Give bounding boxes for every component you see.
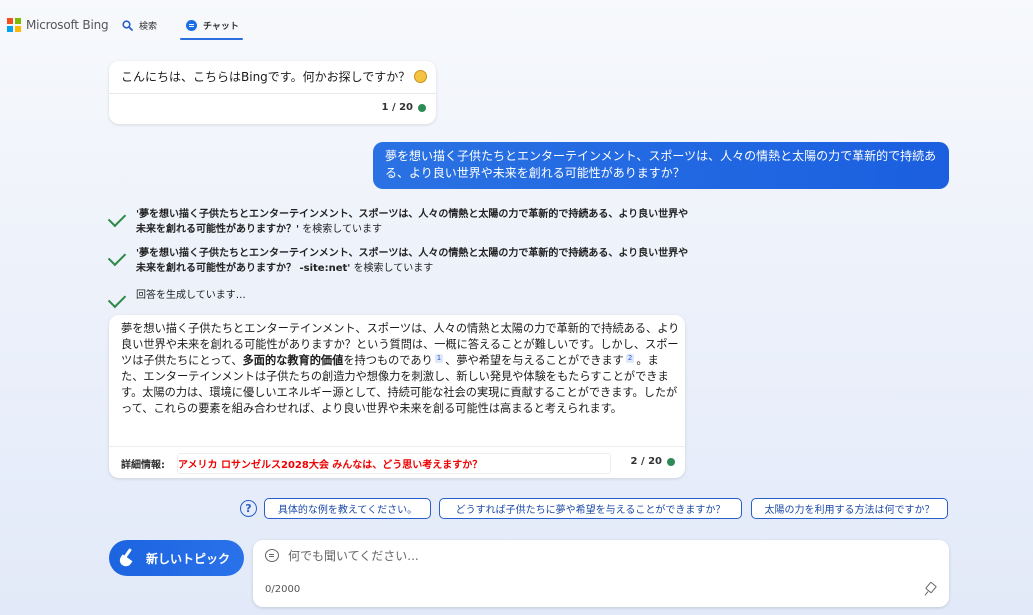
user-message: 夢を想い描く子供たちとエンターテインメント、スポーツは、人々の情熱と太陽の力で革… bbox=[373, 142, 949, 189]
search-query: '夢を想い描く子供たちとエンターテインメント、スポーツは、人々の情熱と太陽の力で… bbox=[136, 209, 689, 235]
citation-2[interactable]: 2 bbox=[625, 354, 635, 363]
check-icon bbox=[107, 208, 127, 228]
learn-more-link[interactable]: アメリカ ロサンゼルス2028大会 みんなは、どう思い考えますか？ bbox=[177, 453, 611, 474]
tab-search-label: 検索 bbox=[139, 21, 158, 32]
answer-text: 夢を想い描く子供たちとエンターテインメント、スポーツは、人々の情熱と太陽の力で革… bbox=[121, 322, 680, 415]
greeting-text: こんにちは、こちらはBingです。何かお探しですか？ bbox=[121, 69, 428, 85]
answer-message: 夢を想い描く子供たちとエンターテインメント、スポーツは、人々の情熱と太陽の力で革… bbox=[109, 315, 685, 478]
pin-icon[interactable] bbox=[925, 583, 935, 595]
suggestion-button[interactable]: どうすれば子供たちに夢や希望を与えることができますか？ bbox=[439, 498, 742, 519]
divider bbox=[109, 446, 685, 447]
logo-text: Microsoft Bing bbox=[26, 18, 109, 32]
suggestion-button[interactable]: 具体的な例を教えてください。 bbox=[264, 498, 431, 519]
new-topic-label: 新しいトピック bbox=[146, 551, 231, 566]
search-icon bbox=[122, 19, 133, 31]
divider bbox=[109, 93, 436, 94]
turn-counter: 2 / 20 bbox=[631, 456, 675, 467]
help-icon[interactable]: ? bbox=[240, 500, 257, 517]
bing-logo[interactable]: Microsoft Bing bbox=[7, 18, 109, 32]
check-icon bbox=[107, 289, 127, 309]
search-status-2: '夢を想い描く子供たちとエンターテインメント、スポーツは、人々の情熱と太陽の力で… bbox=[107, 246, 692, 276]
header: Microsoft Bing 検索 チャット bbox=[0, 0, 1033, 44]
broom-icon bbox=[117, 548, 137, 568]
chat-input-box: 0/2000 bbox=[253, 540, 949, 607]
chat-input[interactable] bbox=[288, 546, 928, 566]
check-icon bbox=[107, 247, 127, 267]
turn-counter: 1 / 20 bbox=[382, 102, 426, 113]
greeting-message: こんにちは、こちらはBingです。何かお探しですか？ 1 / 20 bbox=[109, 61, 436, 124]
generating-status: 回答を生成しています… bbox=[107, 288, 246, 309]
tab-chat-label: チャット bbox=[203, 21, 239, 32]
chat-bubble-icon bbox=[265, 549, 279, 562]
smile-emoji-icon bbox=[414, 70, 428, 83]
tab-chat[interactable]: チャット bbox=[180, 12, 243, 40]
new-topic-button[interactable]: 新しいトピック bbox=[109, 540, 244, 576]
citation-1[interactable]: 1 bbox=[434, 354, 444, 363]
suggestion-button[interactable]: 太陽の力を利用する方法は何ですか？ bbox=[751, 498, 948, 519]
microsoft-logo-icon bbox=[7, 18, 21, 32]
search-status-1: '夢を想い描く子供たちとエンターテインメント、スポーツは、人々の情熱と太陽の力で… bbox=[107, 207, 692, 237]
tab-search[interactable]: 検索 bbox=[122, 12, 157, 38]
chat-icon bbox=[186, 19, 197, 31]
learn-more-label: 詳細情報: bbox=[121, 460, 165, 471]
status-dot-icon bbox=[667, 457, 675, 466]
learn-more: 詳細情報: アメリカ ロサンゼルス2028大会 みんなは、どう思い考えますか？ bbox=[121, 453, 611, 474]
status-dot-icon bbox=[418, 103, 426, 112]
char-count: 0/2000 bbox=[265, 584, 301, 595]
